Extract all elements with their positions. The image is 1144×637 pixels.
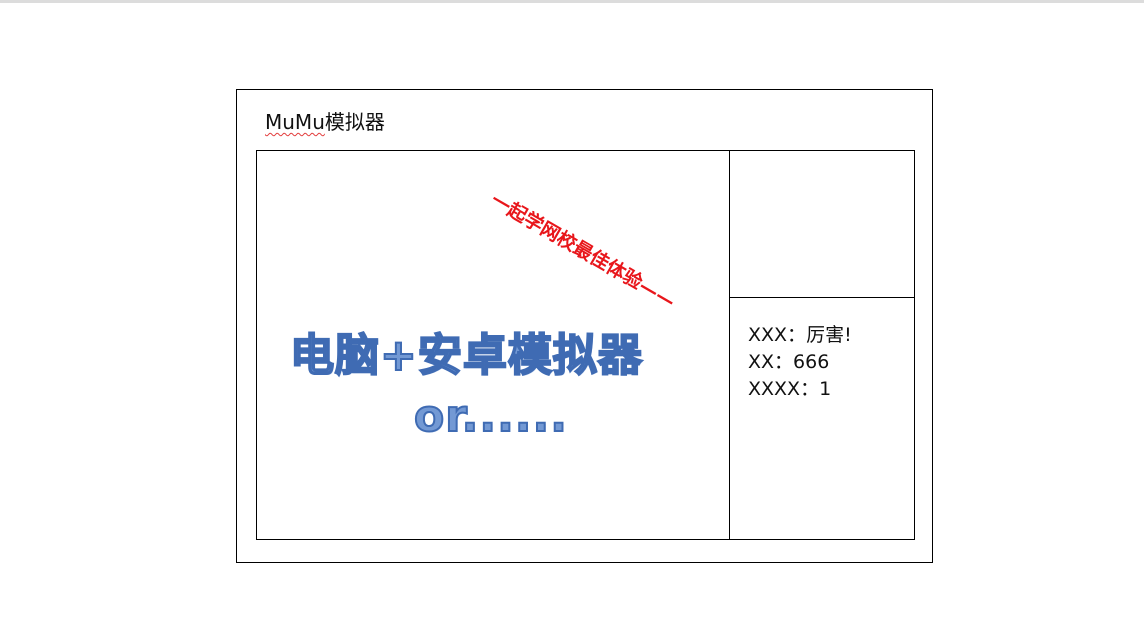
info-value: 1 [819,378,832,400]
title-misspelled-word: MuMu [265,110,325,134]
wordart-headline: 电脑+安卓模拟器 [289,329,643,382]
info-row: XXX：厉害! [748,322,852,349]
info-key: XX： [748,351,794,373]
info-value: 厉害! [806,324,852,346]
wordart-subline: or...... [413,390,568,443]
info-row: XXXX：1 [748,376,852,403]
info-key: XXXX： [748,378,820,400]
frame-title: MuMu模拟器 [265,108,385,136]
info-value: 666 [793,351,830,373]
title-rest: 模拟器 [324,110,385,134]
info-key: XXX： [748,324,807,346]
info-row: XX：666 [748,349,852,376]
top-border-line [0,0,1144,3]
info-list: XXX：厉害! XX：666 XXXX：1 [748,322,852,403]
side-panel-top [729,150,915,298]
